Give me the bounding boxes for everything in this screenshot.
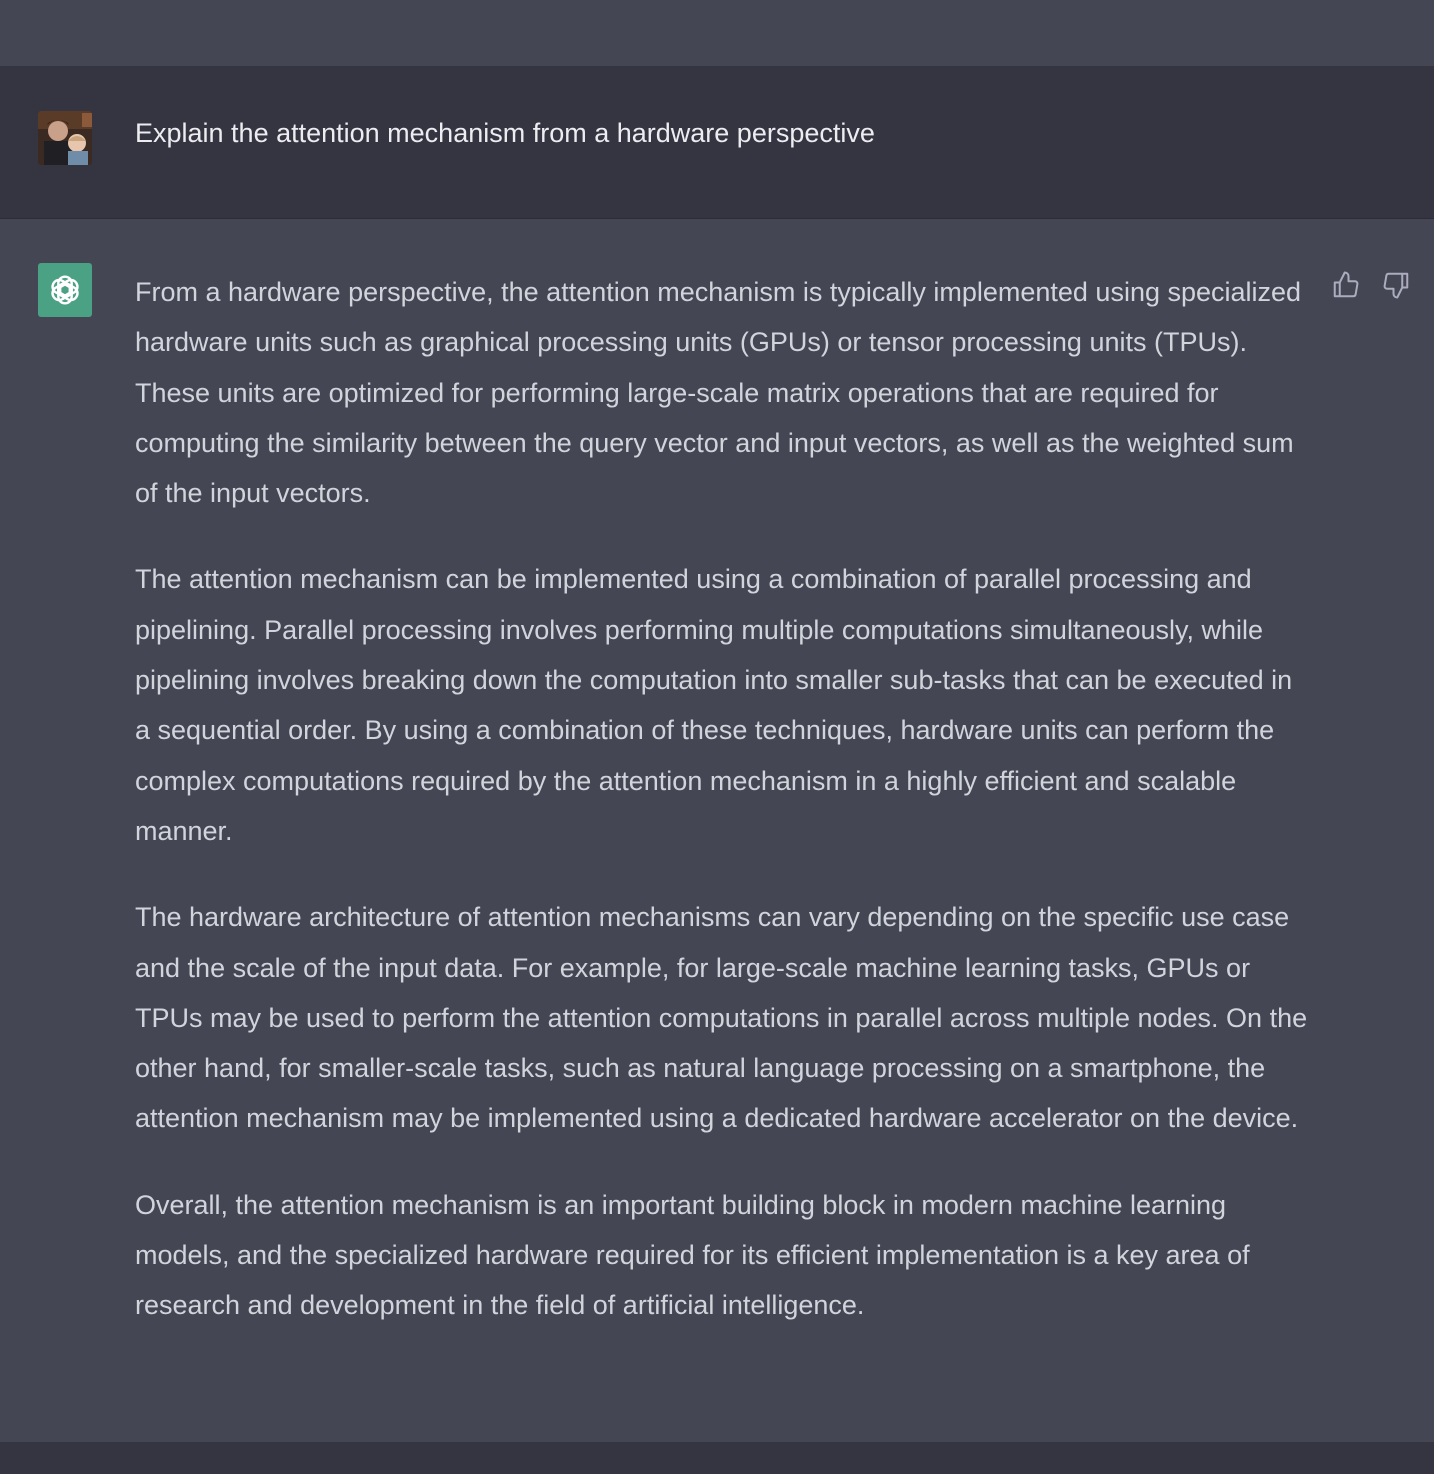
answer-paragraph: From a hardware perspective, the attenti…	[135, 277, 1302, 509]
thumbs-down-icon	[1383, 272, 1409, 299]
thumbs-down-button[interactable]	[1379, 268, 1413, 302]
user-photo-avatar	[38, 111, 92, 165]
user-message-row: Explain the attention mechanism from a h…	[0, 66, 1434, 219]
top-spacer	[0, 0, 1434, 66]
user-message-text: Explain the attention mechanism from a h…	[135, 118, 875, 148]
answer-paragraph: The hardware architecture of attention m…	[135, 902, 1308, 1134]
user-avatar	[38, 111, 92, 165]
thumbs-up-icon	[1333, 271, 1359, 298]
assistant-avatar	[38, 263, 92, 317]
answer-paragraph: The attention mechanism can be implement…	[135, 564, 1293, 846]
bottom-bar	[0, 1442, 1434, 1474]
openai-logo-icon	[51, 275, 79, 305]
answer-paragraph: Overall, the attention mechanism is an i…	[135, 1189, 1250, 1321]
chat-page: Explain the attention mechanism from a h…	[0, 0, 1434, 1474]
thumbs-up-button[interactable]	[1329, 268, 1363, 302]
assistant-message-row: From a hardware perspective, the attenti…	[0, 219, 1434, 1442]
assistant-message-text: From a hardware perspective, the attenti…	[135, 267, 1310, 1367]
